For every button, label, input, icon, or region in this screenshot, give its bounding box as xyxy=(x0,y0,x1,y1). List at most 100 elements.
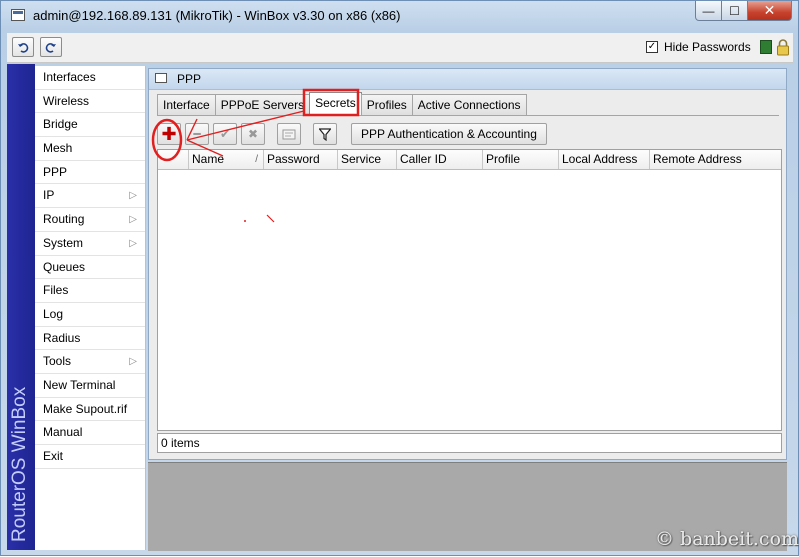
main-toolbar: ✓ Hide Passwords xyxy=(7,33,793,63)
sidebar-item-radius[interactable]: Radius xyxy=(35,327,145,351)
sidebar-item-label: System xyxy=(43,235,84,250)
sidebar-item-ppp[interactable]: PPP xyxy=(35,161,145,185)
sidebar-item-label: Wireless xyxy=(43,93,90,108)
window-title: admin@192.168.89.131 (MikroTik) - WinBox… xyxy=(33,8,401,23)
sidebar-item-label: Log xyxy=(43,306,64,321)
sidebar-item-label: Manual xyxy=(43,425,83,440)
brand-label: RouterOS WinBox xyxy=(9,386,30,542)
plus-icon: ✚ xyxy=(161,123,177,144)
disable-button[interactable]: ✖ xyxy=(241,123,265,145)
status-bar: 0 items xyxy=(157,433,782,453)
sidebar-item-label: Files xyxy=(43,283,69,298)
sort-indicator-icon: / xyxy=(255,154,258,165)
minimize-button[interactable]: — xyxy=(695,1,722,21)
sidebar-item-label: IP xyxy=(43,188,55,203)
column-header-service[interactable]: Service xyxy=(337,150,396,169)
column-header-name[interactable]: Name / xyxy=(188,150,263,169)
undo-button[interactable] xyxy=(12,37,34,57)
sidebar-item-label: Interfaces xyxy=(43,70,96,84)
title-bar[interactable]: admin@192.168.89.131 (MikroTik) - WinBox… xyxy=(1,1,798,31)
tab-profiles[interactable]: Profiles xyxy=(360,94,413,116)
column-header-label: Service xyxy=(341,152,382,166)
hide-passwords-checkbox[interactable]: ✓ xyxy=(646,41,658,53)
undo-icon xyxy=(18,43,29,53)
maximize-button[interactable]: ☐ xyxy=(722,1,748,21)
column-header-label: Profile xyxy=(486,152,521,166)
redo-button[interactable] xyxy=(40,37,62,57)
ppp-authentication-accounting-button[interactable]: PPP Authentication & Accounting xyxy=(351,123,547,145)
column-header-label: Caller ID xyxy=(400,152,447,166)
sidebar-item-routing[interactable]: Routing ▷ xyxy=(35,208,145,232)
hide-passwords-label: Hide Passwords xyxy=(664,40,751,54)
column-header-label: Name xyxy=(192,152,225,166)
sidebar-item-label: Exit xyxy=(43,449,64,463)
submenu-arrow-icon: ▷ xyxy=(129,190,137,202)
close-icon: ✕ xyxy=(763,2,776,18)
sidebar-item-exit[interactable]: Exit xyxy=(35,445,145,469)
tab-active-connections[interactable]: Active Connections xyxy=(411,94,527,116)
tab-interface[interactable]: Interface xyxy=(157,94,216,116)
sidebar-item-mesh[interactable]: Mesh xyxy=(35,137,145,161)
hide-passwords-toggle[interactable]: ✓ Hide Passwords xyxy=(646,40,751,54)
column-header-password[interactable]: Password xyxy=(263,150,337,169)
submenu-arrow-icon: ▷ xyxy=(129,237,137,249)
window-app-icon xyxy=(11,9,25,21)
table-header: Name / Password Service Caller ID Profile Loca… xyxy=(158,150,781,170)
enable-button[interactable]: ✔ xyxy=(213,123,237,145)
cross-icon: ✖ xyxy=(247,127,259,141)
tab-pppoe-servers[interactable]: PPPoE Servers xyxy=(214,94,311,116)
brand-strip: RouterOS WinBox xyxy=(7,64,35,550)
sidebar-item-label: Routing xyxy=(43,212,85,227)
sidebar-item-label: Queues xyxy=(43,259,86,274)
sidebar-item-manual[interactable]: Manual xyxy=(35,421,145,445)
redo-icon xyxy=(45,43,56,53)
sidebar-item-ip[interactable]: IP ▷ xyxy=(35,184,145,209)
sidebar-item-tools[interactable]: Tools ▷ xyxy=(35,350,145,374)
sidebar-menu: Interfaces Wireless Bridge Mesh PPP IP ▷ Routin… xyxy=(35,66,146,550)
minus-icon: ━ xyxy=(193,127,201,141)
column-header-label: Local Address xyxy=(562,152,638,166)
add-button[interactable]: ✚ xyxy=(157,123,181,145)
connection-status-icon xyxy=(760,40,772,54)
secrets-table: Name / Password Service Caller ID Profile Loca… xyxy=(157,149,782,431)
winbox-window: admin@192.168.89.131 (MikroTik) - WinBox… xyxy=(0,0,799,556)
column-header-caller-id[interactable]: Caller ID xyxy=(396,150,482,169)
column-header-local-address[interactable]: Local Address xyxy=(558,150,649,169)
ppp-window-icon xyxy=(155,73,167,83)
table-header-flags xyxy=(158,150,188,169)
submenu-arrow-icon: ▷ xyxy=(129,214,137,226)
maximize-icon: ☐ xyxy=(729,3,740,18)
filter-button[interactable] xyxy=(313,123,337,145)
tab-secrets[interactable]: Secrets xyxy=(309,92,362,116)
sidebar-item-label: Radius xyxy=(43,330,81,345)
remove-button[interactable]: ━ xyxy=(185,123,209,145)
filter-icon xyxy=(319,127,331,141)
sidebar-item-label: Tools xyxy=(43,354,72,369)
sidebar-item-system[interactable]: System ▷ xyxy=(35,232,145,256)
sidebar-item-new-terminal[interactable]: New Terminal xyxy=(35,374,145,398)
ppp-title: PPP xyxy=(177,72,202,86)
sidebar-item-bridge[interactable]: Bridge xyxy=(35,113,145,138)
sidebar-item-make-supout-rif[interactable]: Make Supout.rif xyxy=(35,398,145,422)
minimize-icon: — xyxy=(702,3,715,18)
sidebar-item-queues[interactable]: Queues xyxy=(35,256,145,280)
column-header-label: Password xyxy=(267,152,320,166)
sidebar-item-label: Mesh xyxy=(43,141,73,156)
close-button[interactable]: ✕ xyxy=(748,1,792,21)
column-header-profile[interactable]: Profile xyxy=(482,150,558,169)
sidebar-item-log[interactable]: Log xyxy=(35,303,145,327)
check-icon: ✔ xyxy=(219,127,231,141)
watermark: © banbeit.com xyxy=(655,528,799,550)
tab-divider xyxy=(157,115,779,116)
ppp-title-bar[interactable]: PPP xyxy=(149,69,786,90)
ppp-tabs: Interface PPPoE Servers Secrets Profiles Act… xyxy=(157,92,527,116)
sidebar-item-label: Make Supout.rif xyxy=(43,401,128,416)
sidebar-item-label: PPP xyxy=(43,164,68,179)
sidebar-item-interfaces[interactable]: Interfaces xyxy=(35,66,145,90)
ppp-window: PPP Interface PPPoE Servers Secrets Profile… xyxy=(148,68,787,460)
sidebar-item-files[interactable]: Files xyxy=(35,279,145,303)
comment-button[interactable] xyxy=(277,123,301,145)
sidebar-item-wireless[interactable]: Wireless xyxy=(35,90,145,114)
column-header-remote-address[interactable]: Remote Address xyxy=(649,150,781,169)
sidebar-item-label: Bridge xyxy=(43,117,78,132)
